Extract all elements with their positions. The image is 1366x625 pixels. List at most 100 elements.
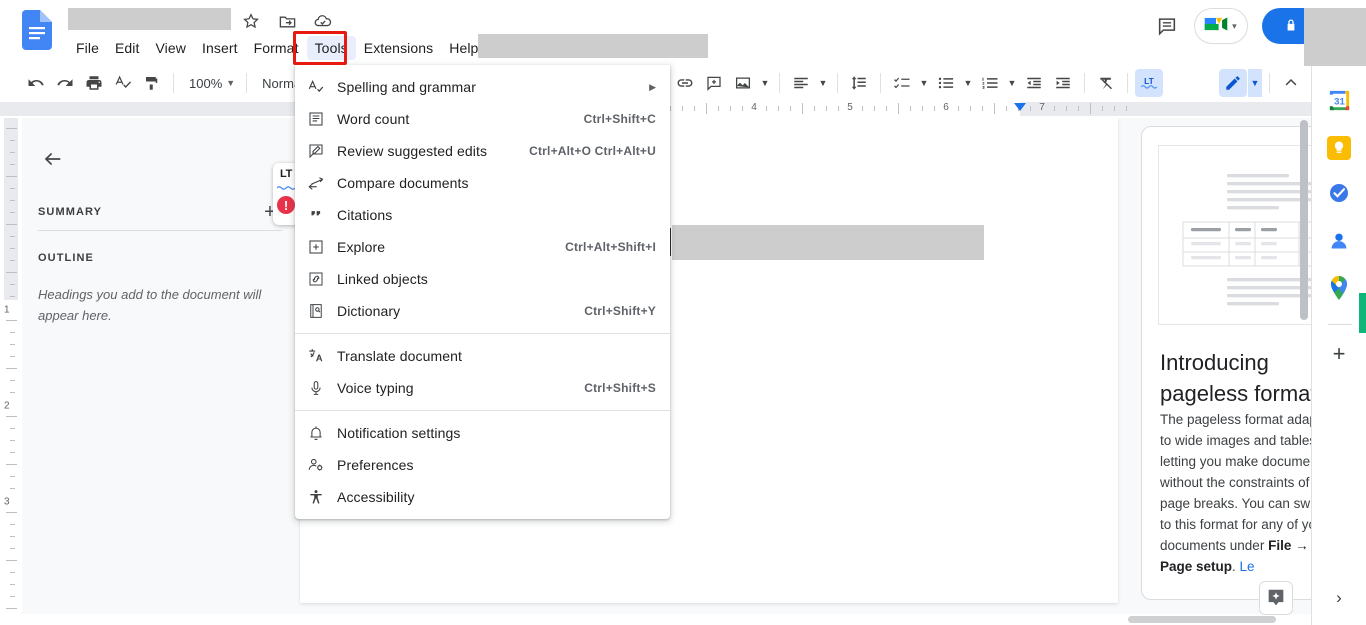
menu-item-preferences[interactable]: Preferences xyxy=(295,449,670,481)
checklist-chevron-down-icon[interactable]: ▼ xyxy=(917,69,931,97)
tools-dropdown-menu[interactable]: Spelling and grammar ▶ Word count Ctrl+Shif… xyxy=(295,65,670,519)
gemini-sparkle-button[interactable] xyxy=(1259,581,1293,615)
menu-item-voice-typing[interactable]: Voice typing Ctrl+Shift+S xyxy=(295,372,670,404)
ruler-tick xyxy=(10,548,15,549)
star-icon[interactable] xyxy=(240,10,262,32)
line-spacing-icon[interactable] xyxy=(845,69,873,97)
menu-tools[interactable]: Tools xyxy=(306,36,356,60)
google-tasks-icon[interactable] xyxy=(1325,179,1353,207)
redo-icon[interactable] xyxy=(51,69,79,97)
word-count-icon xyxy=(295,110,337,128)
ruler-tick xyxy=(10,488,15,489)
menu-insert[interactable]: Insert xyxy=(194,36,246,60)
languagetool-icon[interactable]: LT xyxy=(1135,69,1163,97)
back-arrow-icon[interactable] xyxy=(38,144,68,174)
menu-view[interactable]: View xyxy=(148,36,195,60)
menu-extensions[interactable]: Extensions xyxy=(356,36,441,60)
compare-documents-icon xyxy=(295,174,337,192)
document-vertical-scrollbar[interactable] xyxy=(1300,120,1308,320)
ruler-tick xyxy=(6,512,17,513)
document-redacted-text xyxy=(672,225,984,260)
menu-item-explore[interactable]: Explore Ctrl+Alt+Shift+I xyxy=(295,231,670,263)
horizontal-scrollbar-thumb[interactable] xyxy=(1128,616,1276,623)
collapse-toolbar-icon[interactable] xyxy=(1277,69,1305,97)
docs-logo-icon[interactable] xyxy=(22,10,52,50)
print-icon[interactable] xyxy=(80,69,108,97)
menu-item-review-suggested-edits[interactable]: Review suggested edits Ctrl+Alt+O Ctrl+Al… xyxy=(295,135,670,167)
checklist-icon[interactable] xyxy=(888,69,916,97)
ruler-tick xyxy=(874,106,875,111)
google-docs-window: File Edit View Insert Format Tools Exten… xyxy=(0,0,1366,625)
pageless-format-preview-card[interactable]: Introducing pageless format The pageless… xyxy=(1141,126,1319,600)
right-margin-marker[interactable] xyxy=(1014,103,1026,111)
menu-item-notification-settings[interactable]: Notification settings xyxy=(295,417,670,449)
align-chevron-down-icon[interactable]: ▼ xyxy=(816,69,830,97)
bulleted-list-chevron-down-icon[interactable]: ▼ xyxy=(961,69,975,97)
document-title-input[interactable] xyxy=(68,8,231,30)
clear-formatting-icon[interactable] xyxy=(1092,69,1120,97)
numbered-list-icon[interactable] xyxy=(976,69,1004,97)
google-keep-icon[interactable] xyxy=(1325,134,1353,162)
menu-item-label: Preferences xyxy=(337,457,414,473)
toolbar-divider xyxy=(1269,73,1270,93)
ruler-tick xyxy=(6,560,17,561)
ruler-tick xyxy=(1102,106,1103,111)
menu-item-dictionary[interactable]: Dictionary Ctrl+Shift+Y xyxy=(295,295,670,327)
menu-item-compare-documents[interactable]: Compare documents xyxy=(295,167,670,199)
decrease-indent-icon[interactable] xyxy=(1020,69,1048,97)
menu-search-input[interactable] xyxy=(478,34,708,58)
cloud-saved-icon[interactable] xyxy=(312,10,334,32)
google-calendar-icon[interactable]: 31 xyxy=(1325,86,1353,114)
insert-image-chevron-down-icon[interactable]: ▼ xyxy=(758,69,772,97)
add-comment-icon[interactable] xyxy=(700,69,728,97)
citations-icon xyxy=(295,206,337,224)
editing-mode-icon[interactable] xyxy=(1219,69,1247,97)
increase-indent-icon[interactable] xyxy=(1049,69,1077,97)
ruler-tick xyxy=(670,106,671,111)
menu-item-linked-objects[interactable]: Linked objects xyxy=(295,263,670,295)
preview-learn-more-link[interactable]: Le xyxy=(1240,559,1255,574)
expand-side-panel-chevron-right-icon[interactable]: › xyxy=(1326,585,1352,611)
editing-mode-chevron-down-icon[interactable]: ▼ xyxy=(1248,69,1262,97)
vertical-ruler[interactable]: 1 2 3 xyxy=(0,118,22,615)
menu-item-citations[interactable]: Citations xyxy=(295,199,670,231)
horizontal-scrollbar-track[interactable] xyxy=(0,614,1311,625)
zoom-level-select[interactable]: 100% ▼ xyxy=(181,76,239,91)
align-icon[interactable] xyxy=(787,69,815,97)
ruler-tick xyxy=(10,236,15,237)
submenu-arrow-icon: ▶ xyxy=(649,81,656,92)
move-to-folder-icon[interactable] xyxy=(276,10,298,32)
ruler-tick xyxy=(898,103,899,114)
comment-icon[interactable] xyxy=(1154,13,1180,39)
google-contacts-icon[interactable] xyxy=(1325,227,1353,255)
ruler-tick xyxy=(814,106,815,111)
menu-edit[interactable]: Edit xyxy=(107,36,148,60)
languagetool-error-badge[interactable]: ! xyxy=(277,196,295,214)
spelling-check-icon[interactable] xyxy=(109,69,137,97)
ruler-tick xyxy=(982,106,983,111)
insert-image-icon[interactable] xyxy=(729,69,757,97)
toolbar-divider xyxy=(837,73,838,93)
menu-bar: File Edit View Insert Format Tools Exten… xyxy=(68,36,486,60)
menu-item-label: Explore xyxy=(337,239,386,255)
menu-item-translate-document[interactable]: Translate document xyxy=(295,340,670,372)
menu-item-word-count[interactable]: Word count Ctrl+Shift+C xyxy=(295,103,670,135)
numbered-list-chevron-down-icon[interactable]: ▼ xyxy=(1005,69,1019,97)
menu-format[interactable]: Format xyxy=(246,36,307,60)
menu-file[interactable]: File xyxy=(68,36,107,60)
menu-item-spelling-and-grammar[interactable]: Spelling and grammar ▶ xyxy=(295,71,670,103)
bulleted-list-icon[interactable] xyxy=(932,69,960,97)
menu-item-label: Voice typing xyxy=(337,380,414,396)
meet-button[interactable]: ▾ xyxy=(1194,8,1248,44)
preview-body-pre: The pageless format adapts to wide image… xyxy=(1160,412,1319,553)
google-maps-icon[interactable] xyxy=(1325,274,1353,302)
undo-icon[interactable] xyxy=(22,69,50,97)
menu-item-accessibility[interactable]: Accessibility xyxy=(295,481,670,513)
menu-item-shortcut: Ctrl+Alt+O Ctrl+Alt+U xyxy=(529,144,656,158)
insert-link-icon[interactable] xyxy=(671,69,699,97)
ruler-tick xyxy=(910,106,911,111)
side-panel-green-indicator xyxy=(1359,293,1366,333)
menu-item-label: Accessibility xyxy=(337,489,415,505)
add-on-plus-icon[interactable]: + xyxy=(1325,340,1353,368)
paint-format-icon[interactable] xyxy=(138,69,166,97)
